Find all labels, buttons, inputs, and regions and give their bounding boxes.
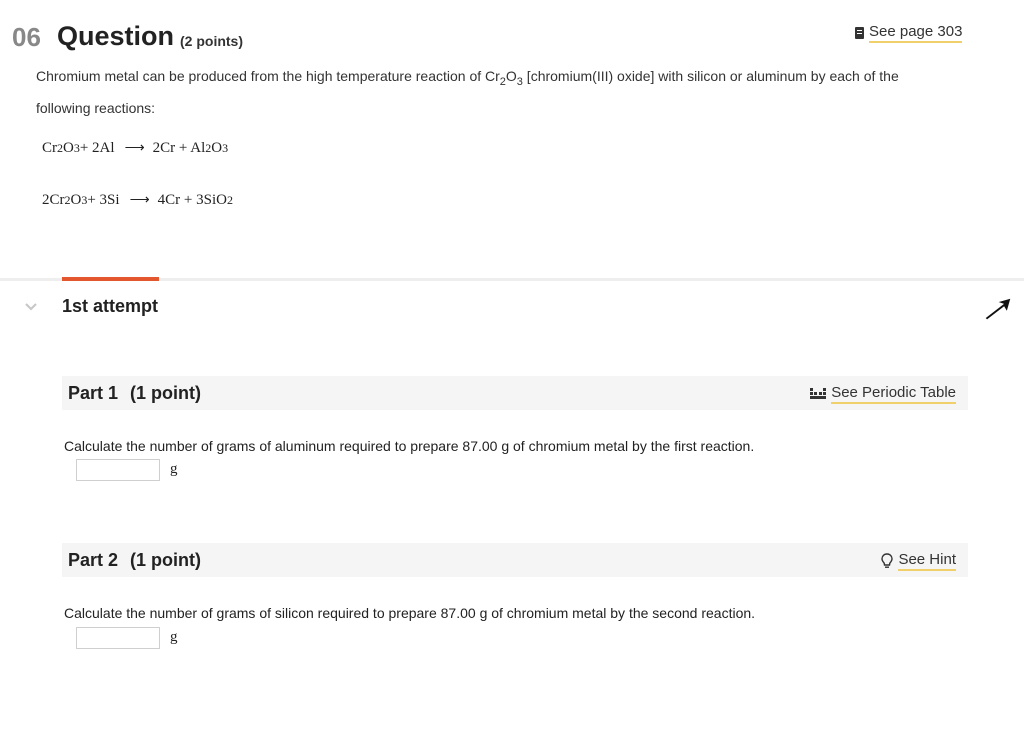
see-hint-label: See Hint: [898, 551, 956, 571]
question-points: (2 points): [180, 33, 243, 49]
part-2-unit: g: [170, 629, 178, 645]
part-1-header: Part 1 (1 point) See Periodic Table: [62, 376, 968, 410]
lightbulb-icon: [881, 553, 894, 568]
question-number: 06: [12, 22, 41, 52]
part-2-question: Calculate the number of grams of silicon…: [64, 605, 756, 621]
periodic-table-icon: [810, 388, 827, 399]
see-periodic-table-label: See Periodic Table: [831, 384, 956, 404]
reaction-equation-2: 2Cr 2 O 3 + 3Si ⟶ 4Cr + 3SiO 2: [42, 192, 233, 208]
reaction-arrow-icon: ⟶: [124, 141, 145, 156]
attempt-tab-indicator: [62, 277, 159, 281]
question-intro: Chromium metal can be produced from the …: [36, 68, 899, 116]
part-1-question: Calculate the number of grams of aluminu…: [64, 438, 755, 454]
part-1-answer-input[interactable]: [76, 459, 160, 481]
part-1-unit: g: [170, 461, 178, 477]
part-1-title: Part 1: [68, 383, 119, 403]
mouse-cursor-icon: [984, 297, 1012, 321]
chevron-down-icon[interactable]: [25, 303, 37, 311]
attempt-label[interactable]: 1st attempt: [62, 296, 158, 317]
see-periodic-table-link[interactable]: See Periodic Table: [810, 384, 956, 404]
part-1-points: (1 point): [130, 383, 202, 403]
see-page-label: See page 303: [869, 23, 963, 43]
part-2-title: Part 2: [68, 550, 119, 570]
book-icon: [855, 27, 864, 39]
part-2-header: Part 2 (1 point) See Hint: [62, 543, 968, 577]
question-title: Question: [57, 21, 175, 51]
part-2-answer-input[interactable]: [76, 627, 160, 649]
reaction-equation-1: Cr 2 O 3 + 2Al ⟶ 2Cr + Al 2 O 3: [42, 140, 229, 156]
see-page-link[interactable]: See page 303: [855, 23, 963, 43]
part-2-points: (1 point): [130, 550, 202, 570]
reaction-arrow-icon: ⟶: [129, 193, 150, 208]
see-hint-link[interactable]: See Hint: [881, 551, 956, 571]
